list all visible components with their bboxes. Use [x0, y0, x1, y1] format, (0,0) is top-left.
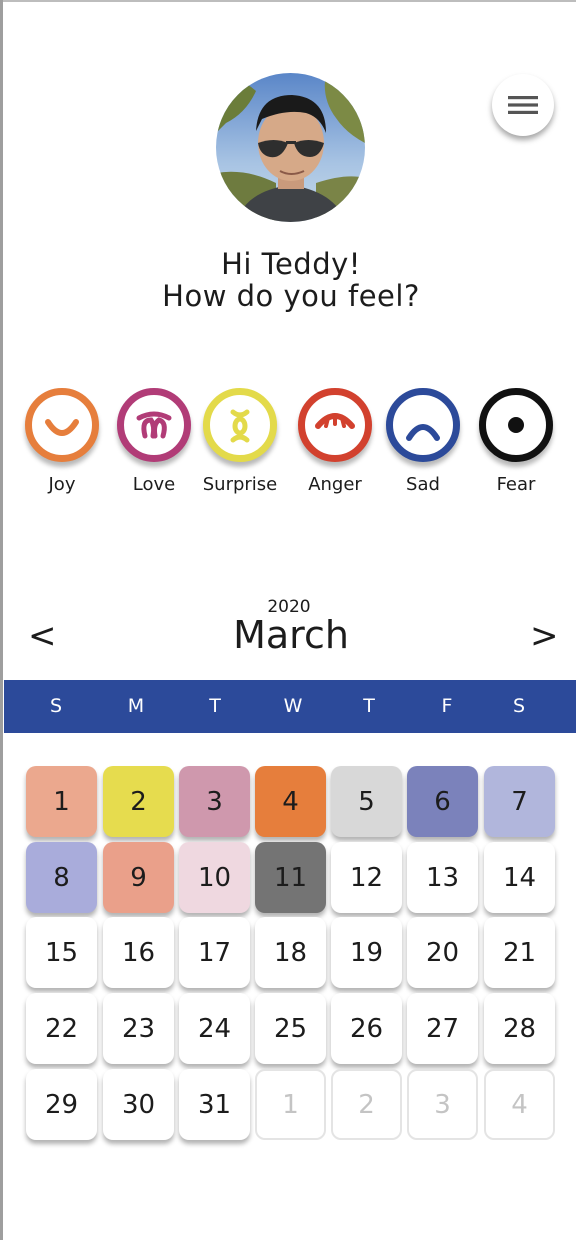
- weekday-thursday: T: [363, 695, 375, 717]
- calendar-day[interactable]: 15: [26, 917, 97, 988]
- calendar-day[interactable]: 25: [255, 993, 326, 1064]
- calendar-day[interactable]: 17: [179, 917, 250, 988]
- calendar-day-next-month[interactable]: 2: [331, 1069, 402, 1140]
- frown-icon: [386, 388, 460, 462]
- calendar-day[interactable]: 19: [331, 917, 402, 988]
- calendar-month: March: [233, 613, 349, 657]
- emotion-label: Love: [132, 474, 176, 495]
- weekday-header: S M T W T F S: [4, 680, 576, 733]
- calendar-day[interactable]: 14: [484, 842, 555, 913]
- next-month-button[interactable]: >: [530, 616, 559, 656]
- calendar-day[interactable]: 7: [484, 766, 555, 837]
- weekday-monday: M: [127, 695, 145, 717]
- calendar-day[interactable]: 31: [179, 1069, 250, 1140]
- calendar-day[interactable]: 29: [26, 1069, 97, 1140]
- calendar-day[interactable]: 30: [103, 1069, 174, 1140]
- calendar-day[interactable]: 9: [103, 842, 174, 913]
- smile-icon: [25, 388, 99, 462]
- user-photo-icon: [216, 73, 365, 222]
- fear-icon: [479, 388, 553, 462]
- emotion-love[interactable]: Love: [109, 388, 199, 495]
- emotion-label: Sad: [406, 474, 440, 495]
- emotion-label: Fear: [496, 474, 536, 495]
- calendar-day[interactable]: 28: [484, 993, 555, 1064]
- weekday-wednesday: W: [283, 695, 303, 717]
- greeting-question: How do you feel?: [162, 279, 420, 313]
- calendar-day[interactable]: 24: [179, 993, 250, 1064]
- calendar-day[interactable]: 5: [331, 766, 402, 837]
- calendar-day[interactable]: 23: [103, 993, 174, 1064]
- previous-month-button[interactable]: <: [28, 616, 57, 656]
- love-icon: [117, 388, 191, 462]
- calendar-day-next-month[interactable]: 1: [255, 1069, 326, 1140]
- weekday-tuesday: T: [209, 695, 221, 717]
- surprise-icon: [203, 388, 277, 462]
- hamburger-menu-icon: [508, 96, 538, 114]
- frame-top-border: [0, 0, 576, 2]
- greeting-title: Hi Teddy!: [221, 247, 361, 281]
- calendar-day[interactable]: 1: [26, 766, 97, 837]
- calendar-day[interactable]: 21: [484, 917, 555, 988]
- emotion-joy[interactable]: Joy: [17, 388, 107, 495]
- calendar-day[interactable]: 11: [255, 842, 326, 913]
- emotion-label: Joy: [48, 474, 76, 495]
- emotion-label: Surprise: [202, 474, 278, 495]
- calendar-day-next-month[interactable]: 4: [484, 1069, 555, 1140]
- calendar-day-next-month[interactable]: 3: [407, 1069, 478, 1140]
- menu-button[interactable]: [492, 74, 554, 136]
- emotion-label: Anger: [308, 474, 362, 495]
- weekday-friday: F: [441, 695, 453, 717]
- calendar-day[interactable]: 27: [407, 993, 478, 1064]
- calendar-day[interactable]: 3: [179, 766, 250, 837]
- calendar-day[interactable]: 4: [255, 766, 326, 837]
- anger-icon: [298, 388, 372, 462]
- emotion-fear[interactable]: Fear: [471, 388, 561, 495]
- emotion-anger[interactable]: Anger: [290, 388, 380, 495]
- calendar-day[interactable]: 2: [103, 766, 174, 837]
- calendar-day[interactable]: 16: [103, 917, 174, 988]
- calendar-day[interactable]: 13: [407, 842, 478, 913]
- calendar-day[interactable]: 6: [407, 766, 478, 837]
- calendar-day[interactable]: 10: [179, 842, 250, 913]
- calendar-day[interactable]: 22: [26, 993, 97, 1064]
- emotion-sad[interactable]: Sad: [378, 388, 468, 495]
- weekday-saturday: S: [512, 695, 526, 717]
- calendar-day[interactable]: 18: [255, 917, 326, 988]
- calendar-day[interactable]: 26: [331, 993, 402, 1064]
- emotion-surprise[interactable]: Surprise: [195, 388, 285, 495]
- user-avatar[interactable]: [216, 73, 365, 222]
- weekday-sunday: S: [49, 695, 63, 717]
- calendar-day[interactable]: 12: [331, 842, 402, 913]
- calendar-day[interactable]: 8: [26, 842, 97, 913]
- calendar-day[interactable]: 20: [407, 917, 478, 988]
